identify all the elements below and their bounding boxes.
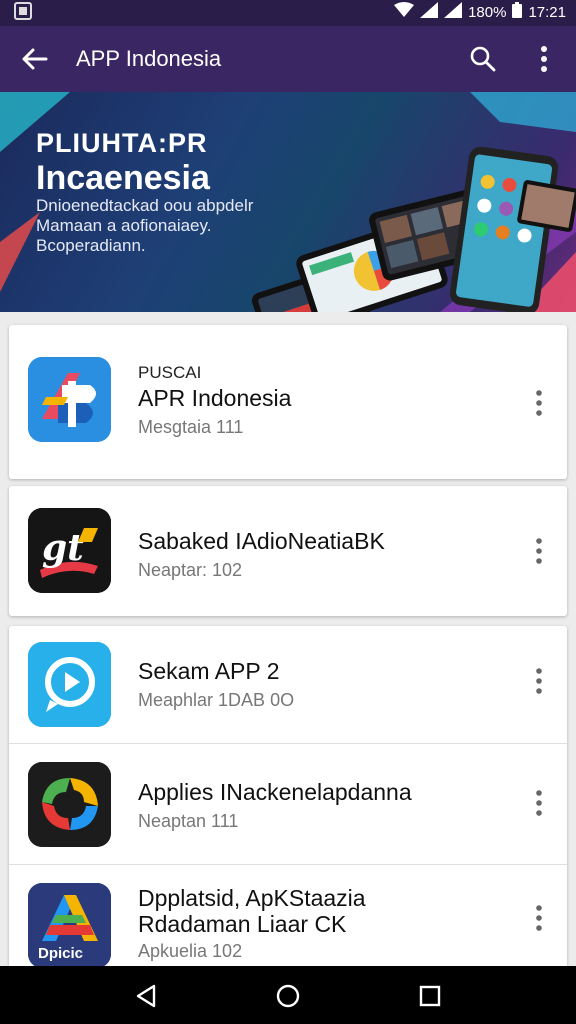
apr-logo-icon: [28, 357, 111, 442]
back-arrow-icon[interactable]: [18, 44, 52, 74]
page-title: APP Indonesia: [76, 46, 222, 71]
app-card[interactable]: gt Sabaked IAdioNeatiaBK Neaptar: 102: [9, 486, 567, 616]
banner-subtitle-line1: Dnioenedtackad oou abpdelr: [36, 196, 254, 215]
banner-title: PLIUHTA:PR Incaenesia: [36, 128, 210, 197]
play-chat-icon: [28, 642, 111, 727]
banner-title-line2: Incaenesia: [36, 159, 210, 197]
notification-icon: [14, 2, 32, 25]
gt-logo-icon: gt: [28, 508, 111, 593]
item-menu-icon[interactable]: [529, 388, 549, 418]
promo-banner[interactable]: PLIUHTA:PR Incaenesia Dnioenedtackad oou…: [0, 92, 576, 312]
app-meta: Mesgtaia 111: [138, 417, 244, 437]
app-text: PUSCAI APR Indonesia Mesgtaia 111: [138, 363, 291, 438]
list-item[interactable]: Applies INackenelapdanna Neaptan 111: [9, 744, 567, 864]
banner-subtitle-line3: Bcoperadiann.: [36, 236, 146, 255]
app-text: Dpplatsid, ApKStaazia Rdadaman Liaar CK …: [138, 885, 366, 962]
battery-icon: [512, 2, 523, 22]
wifi-icon: [394, 2, 415, 22]
list-item[interactable]: Sekam APP 2 Meaphlar 1DAB 0O: [9, 626, 567, 744]
item-menu-icon[interactable]: [529, 788, 549, 818]
app-list: PUSCAI APR Indonesia Mesgtaia 111 gt Sab…: [0, 312, 576, 966]
list-item[interactable]: Dpicic Dpplatsid, ApKStaazia Rdadaman Li…: [9, 865, 567, 966]
list-item[interactable]: gt Sabaked IAdioNeatiaBK Neaptar: 102: [9, 486, 567, 616]
app-name: APR Indonesia: [138, 385, 292, 411]
app-label: PUSCAI: [138, 363, 202, 382]
app-name: Applies INackenelapdanna: [138, 779, 412, 805]
app-text: Sekam APP 2 Meaphlar 1DAB 0O: [138, 656, 294, 711]
signal-icon-2: [444, 2, 463, 22]
swirl-logo-icon: [28, 762, 111, 847]
app-meta: Meaphlar 1DAB 0O: [138, 690, 295, 710]
system-nav-bar: [0, 966, 576, 1024]
app-name-line2: Rdadaman Liaar CK: [138, 911, 347, 937]
opticic-logo-icon: Dpicic: [28, 883, 111, 966]
svg-text:gt: gt: [42, 527, 84, 569]
banner-title-line1: PLIUHTA:PR: [36, 128, 208, 158]
search-icon[interactable]: [466, 42, 500, 76]
app-meta: Apkuelia 102: [138, 941, 243, 961]
app-meta: Neaptan 111: [138, 811, 239, 831]
item-menu-icon[interactable]: [529, 903, 549, 933]
app-name: Sekam APP 2: [138, 658, 280, 684]
app-text: Sabaked IAdioNeatiaBK Neaptar: 102: [138, 526, 385, 581]
app-bar: APP Indonesia: [0, 26, 576, 92]
item-menu-icon[interactable]: [529, 536, 549, 566]
item-menu-icon[interactable]: [529, 666, 549, 696]
banner-subtitle: Dnioenedtackad oou abpdelr Mamaan a aofi…: [36, 196, 253, 256]
overflow-menu-icon[interactable]: [530, 42, 558, 76]
home-circle-icon[interactable]: [274, 982, 302, 1010]
list-item[interactable]: PUSCAI APR Indonesia Mesgtaia 111: [9, 325, 567, 479]
app-card-group: Sekam APP 2 Meaphlar 1DAB 0O Applies INa…: [9, 626, 567, 966]
recents-square-icon[interactable]: [416, 982, 444, 1010]
banner-subtitle-line2: Mamaan a aofionaiaey.: [36, 216, 212, 235]
app-card[interactable]: PUSCAI APR Indonesia Mesgtaia 111: [9, 325, 567, 479]
app-name: Sabaked IAdioNeatiaBK: [138, 528, 385, 554]
back-triangle-icon[interactable]: [132, 982, 160, 1010]
app-text: Applies INackenelapdanna Neaptan 111: [138, 777, 412, 832]
app-meta: Neaptar: 102: [138, 560, 243, 580]
app-name-line1: Dpplatsid, ApKStaazia: [138, 885, 366, 911]
signal-icon: [420, 2, 439, 22]
status-bar: 180% 17:21: [0, 0, 576, 26]
icon-caption: Dpicic: [38, 945, 84, 962]
battery-text: 180%: [468, 3, 507, 21]
clock-text: 17:21: [528, 3, 566, 21]
